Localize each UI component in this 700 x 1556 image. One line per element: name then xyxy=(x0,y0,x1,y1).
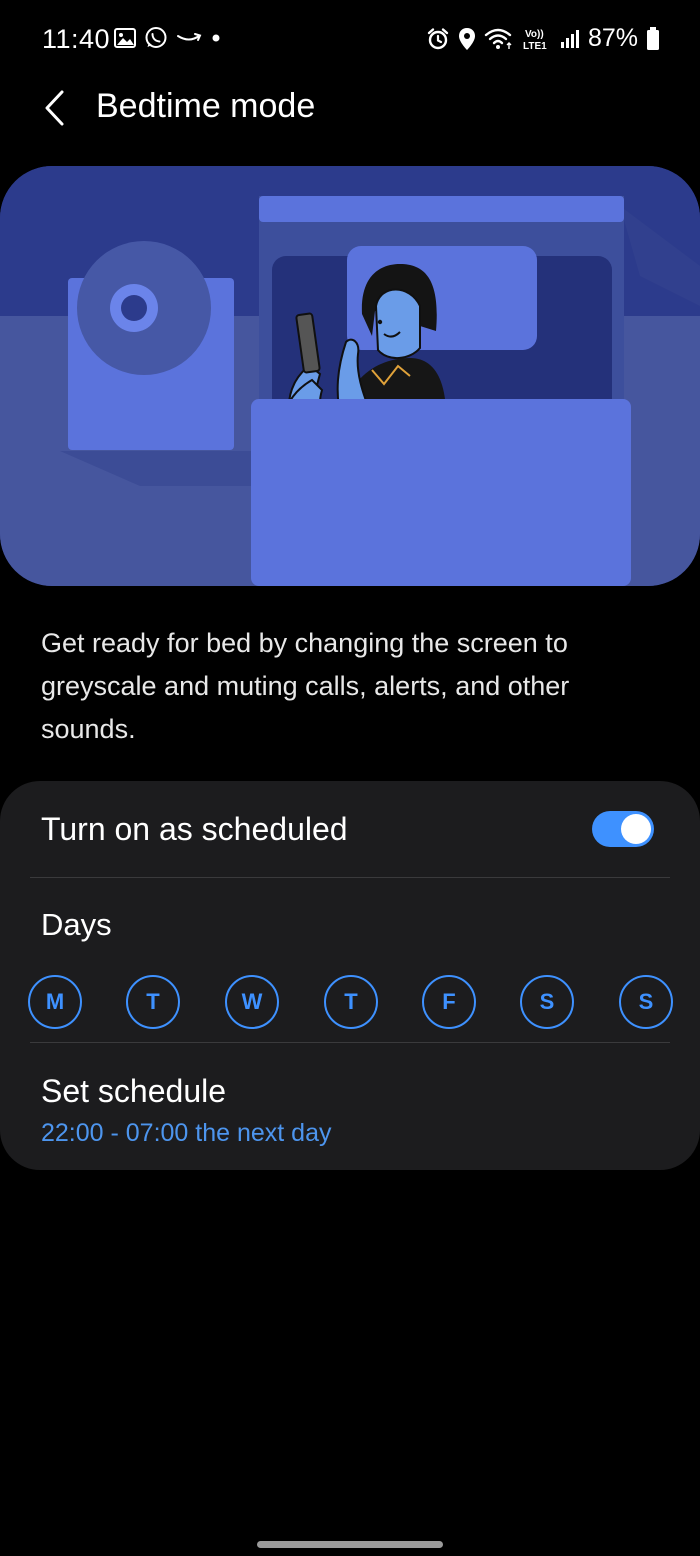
signal-icon xyxy=(560,29,580,49)
days-selector: M T W T F S S xyxy=(28,975,673,1029)
battery-percentage: 87% xyxy=(587,24,638,52)
day-friday[interactable]: F xyxy=(422,975,476,1029)
toggle-knob xyxy=(621,814,651,844)
battery-icon xyxy=(646,26,660,51)
status-bar: 11:40 Vo)) LTE1 87% xyxy=(0,0,700,80)
turn-on-as-scheduled-row[interactable]: Turn on as scheduled xyxy=(0,781,700,877)
day-thursday[interactable]: T xyxy=(324,975,378,1029)
settings-card: Turn on as scheduled Days M T W T F S S … xyxy=(0,781,700,1170)
day-saturday[interactable]: S xyxy=(520,975,574,1029)
lte-icon: Vo)) LTE1 xyxy=(522,26,552,52)
set-schedule-label: Set schedule xyxy=(41,1073,227,1109)
dot-icon xyxy=(210,32,222,44)
turn-on-as-scheduled-toggle[interactable] xyxy=(592,811,654,847)
chevron-left-icon xyxy=(42,89,66,127)
location-icon xyxy=(458,27,476,51)
wifi-icon xyxy=(484,27,514,51)
bedtime-illustration-art xyxy=(0,166,700,586)
status-time: 11:40 xyxy=(42,24,111,54)
day-tuesday[interactable]: T xyxy=(126,975,180,1029)
day-sunday[interactable]: S xyxy=(619,975,673,1029)
status-right-icons: Vo)) LTE1 87% xyxy=(426,24,660,53)
bedtime-illustration xyxy=(0,166,700,586)
alarm-icon xyxy=(426,27,450,51)
back-button[interactable] xyxy=(32,84,76,132)
day-wednesday[interactable]: W xyxy=(225,975,279,1029)
day-monday[interactable]: M xyxy=(28,975,82,1029)
schedule-time-range: 22:00 - 07:00 the next day xyxy=(41,1119,332,1147)
days-label: Days xyxy=(41,907,112,942)
svg-text:LTE1: LTE1 xyxy=(523,41,547,52)
page-title: Bedtime mode xyxy=(96,87,316,125)
set-schedule-row[interactable]: Set schedule 22:00 - 07:00 the next day xyxy=(0,1043,700,1170)
svg-text:Vo)): Vo)) xyxy=(525,29,544,40)
description-text: Get ready for bed by changing the screen… xyxy=(41,628,570,744)
amazon-icon xyxy=(176,31,202,45)
gesture-nav-handle[interactable] xyxy=(257,1541,443,1548)
status-left-icons xyxy=(114,26,222,50)
divider xyxy=(30,877,670,878)
whatsapp-icon xyxy=(144,26,168,50)
app-header: Bedtime mode xyxy=(0,80,700,140)
gallery-icon xyxy=(114,28,136,48)
turn-on-as-scheduled-label: Turn on as scheduled xyxy=(41,811,348,847)
